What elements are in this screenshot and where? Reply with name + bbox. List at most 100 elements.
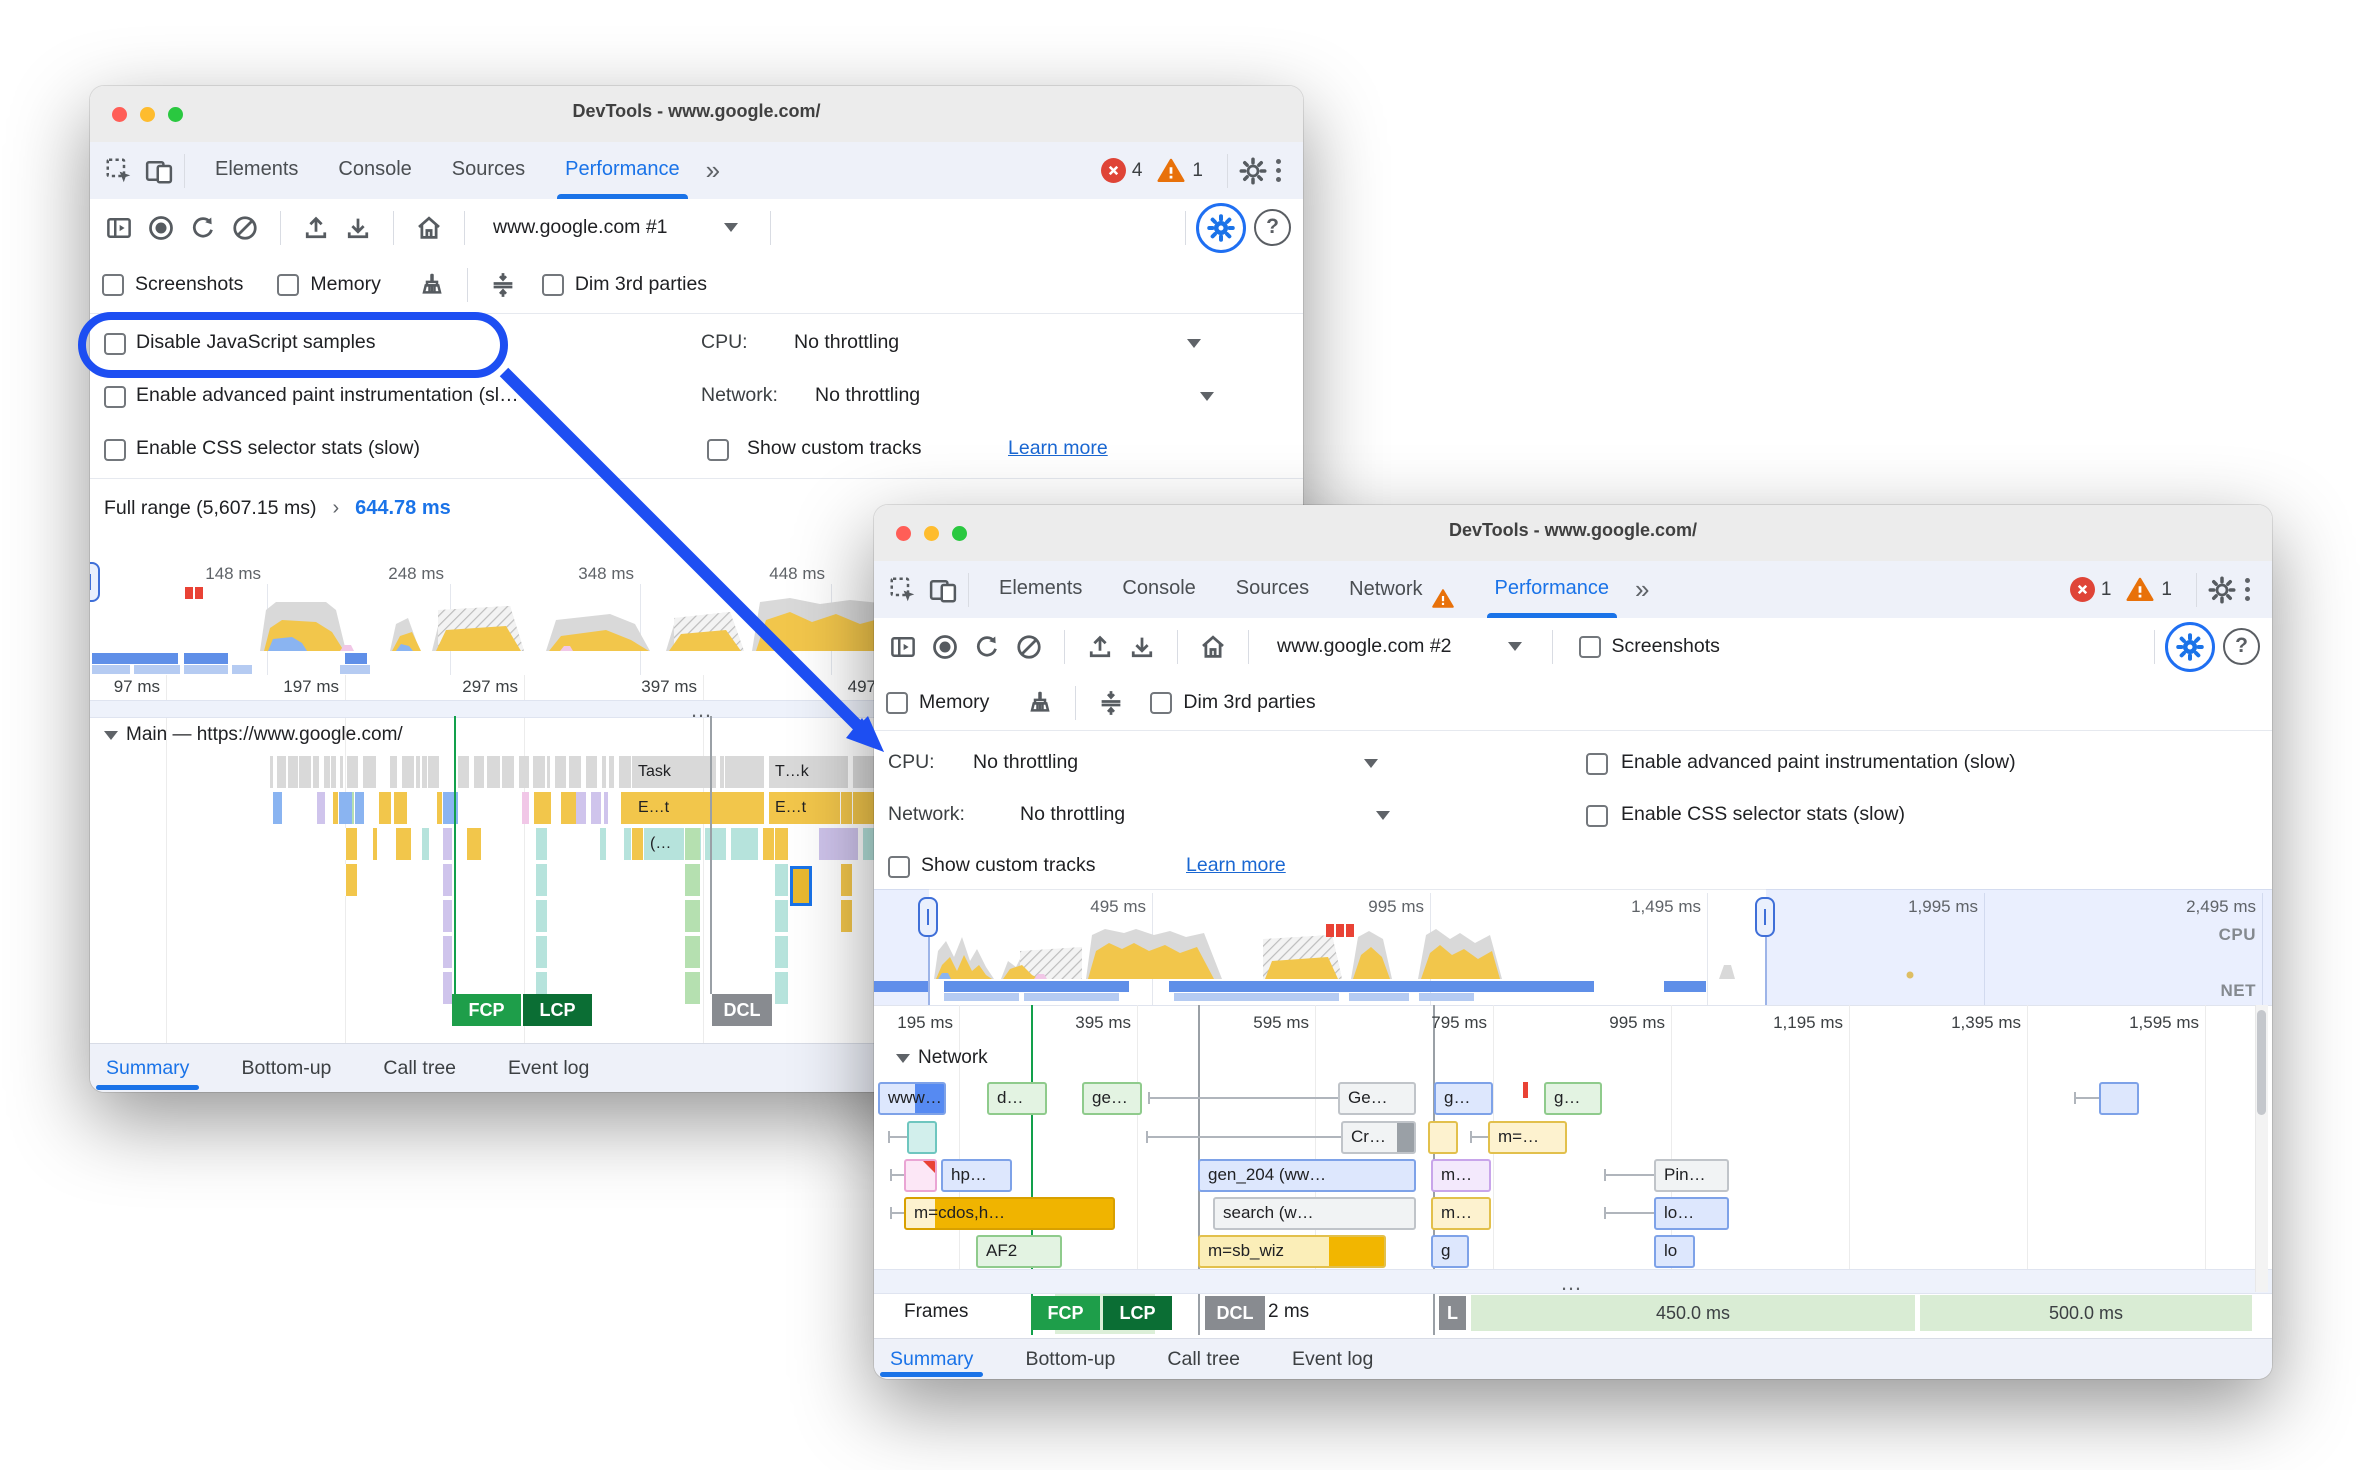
network-select-arrow-icon[interactable]: [1376, 811, 1390, 820]
network-throttle-select[interactable]: No throttling: [1020, 803, 1125, 826]
advanced-paint-checkbox[interactable]: [104, 386, 126, 408]
collapse-icon[interactable]: [486, 268, 520, 302]
flame-event[interactable]: [535, 864, 547, 896]
frame-bar[interactable]: 450.0 ms: [1469, 1295, 1917, 1331]
device-toolbar-icon[interactable]: [144, 156, 174, 186]
flame-event[interactable]: [704, 828, 726, 860]
error-badge-icon[interactable]: [2070, 577, 2095, 602]
disable-js-samples-checkbox[interactable]: [104, 333, 126, 355]
selection-handle-right[interactable]: [1755, 897, 1775, 937]
flame-event[interactable]: [345, 828, 357, 860]
gc-brush-icon[interactable]: [1023, 686, 1057, 720]
network-request[interactable]: m…: [1431, 1197, 1491, 1230]
css-selector-stats-checkbox[interactable]: [104, 439, 126, 461]
network-request[interactable]: Ge…: [1338, 1082, 1416, 1115]
home-icon[interactable]: [1196, 630, 1230, 664]
flame-event[interactable]: [345, 864, 357, 896]
network-request[interactable]: lo…: [1654, 1197, 1729, 1230]
tab-network[interactable]: Network: [1349, 561, 1454, 618]
main-track-header[interactable]: Main — https://www.google.com/: [104, 724, 403, 746]
flame-event[interactable]: [774, 900, 788, 932]
flame-event[interactable]: [620, 792, 632, 824]
flame-event[interactable]: [442, 972, 452, 1004]
home-icon[interactable]: [412, 211, 446, 245]
flame-event[interactable]: [730, 828, 758, 860]
flame-event[interactable]: [724, 756, 764, 788]
network-track-header[interactable]: Network: [896, 1047, 988, 1069]
breadcrumb-full-range[interactable]: Full range (5,607.15 ms): [104, 497, 316, 520]
learn-more-link[interactable]: Learn more: [1186, 854, 1286, 877]
network-request[interactable]: lo: [1654, 1235, 1695, 1268]
flame-event[interactable]: [684, 972, 700, 1004]
reload-record-button[interactable]: [186, 211, 220, 245]
flame-event[interactable]: [442, 936, 452, 968]
dim-3rd-parties-checkbox[interactable]: Dim 3rd parties: [1150, 691, 1315, 714]
flame-event[interactable]: [442, 864, 452, 896]
help-icon[interactable]: ?: [2223, 628, 2260, 665]
track-overflow-strip[interactable]: …: [874, 1269, 2272, 1294]
collapse-track-icon[interactable]: [104, 731, 118, 740]
dim-3rd-parties-checkbox[interactable]: Dim 3rd parties: [542, 273, 707, 296]
network-request[interactable]: [1428, 1121, 1458, 1154]
network-request[interactable]: d…: [987, 1082, 1047, 1115]
network-request[interactable]: gen_204 (ww…: [1198, 1159, 1416, 1192]
upload-profile-icon[interactable]: [299, 211, 333, 245]
titlebar[interactable]: DevTools - www.google.com/: [90, 86, 1303, 143]
toggle-sidebar-icon[interactable]: [102, 211, 136, 245]
capture-settings-button-active[interactable]: [1196, 203, 1246, 253]
cpu-throttle-select[interactable]: No throttling: [794, 331, 899, 354]
menu-kebab-icon[interactable]: [1276, 159, 1281, 182]
network-request[interactable]: g…: [1434, 1082, 1493, 1115]
record-button[interactable]: [928, 630, 962, 664]
inspect-icon[interactable]: [104, 156, 134, 186]
network-request[interactable]: [907, 1121, 937, 1154]
clear-button[interactable]: [228, 211, 262, 245]
tab-console[interactable]: Console: [1122, 561, 1195, 618]
bottom-tab-bottom-up[interactable]: Bottom-up: [1025, 1339, 1115, 1379]
fcp-badge[interactable]: FCP: [1031, 1296, 1100, 1330]
network-request[interactable]: m=sb_wiz: [1198, 1235, 1386, 1268]
bottom-tab-call-tree[interactable]: Call tree: [1167, 1339, 1240, 1379]
tab-elements[interactable]: Elements: [215, 142, 298, 199]
flame-event[interactable]: [631, 828, 643, 860]
gc-brush-icon[interactable]: [415, 268, 449, 302]
flame-event[interactable]: Task: [631, 756, 716, 788]
flame-event[interactable]: [684, 900, 700, 932]
network-request[interactable]: search (w…: [1213, 1197, 1416, 1230]
network-request[interactable]: Pin…: [1654, 1159, 1729, 1192]
breadcrumb-selection[interactable]: 644.78 ms: [355, 497, 451, 520]
tab-performance[interactable]: Performance: [565, 142, 680, 199]
flame-event[interactable]: [840, 864, 852, 896]
chevron-down-icon[interactable]: [1508, 642, 1522, 651]
bottom-tab-call-tree[interactable]: Call tree: [383, 1044, 456, 1092]
frame-bar[interactable]: 500.0 ms: [1918, 1295, 2254, 1331]
flame-event[interactable]: [818, 828, 858, 860]
cpu-select-arrow-icon[interactable]: [1187, 339, 1201, 348]
learn-more-link[interactable]: Learn more: [1008, 437, 1108, 460]
flame-event[interactable]: [774, 936, 788, 968]
download-profile-icon[interactable]: [1125, 630, 1159, 664]
flame-event[interactable]: [774, 828, 788, 860]
network-request[interactable]: g: [1431, 1235, 1469, 1268]
selection-handle-left[interactable]: [918, 897, 938, 937]
scrollbar-thumb[interactable]: [2257, 1010, 2266, 1115]
more-tabs-icon[interactable]: »: [706, 155, 720, 186]
flame-event[interactable]: [338, 792, 352, 824]
titlebar[interactable]: DevTools - www.google.com/: [874, 505, 2272, 562]
custom-tracks-checkbox[interactable]: [888, 856, 910, 878]
bottom-tab-summary[interactable]: Summary: [106, 1044, 189, 1092]
toggle-sidebar-icon[interactable]: [886, 630, 920, 664]
chevron-down-icon[interactable]: [724, 223, 738, 232]
tab-performance[interactable]: Performance: [1495, 561, 1610, 618]
memory-checkbox[interactable]: Memory: [886, 691, 989, 714]
network-request[interactable]: [2099, 1082, 2139, 1115]
target-select[interactable]: www.google.com #1: [493, 216, 668, 239]
network-request[interactable]: [904, 1159, 937, 1192]
screenshots-checkbox[interactable]: Screenshots: [102, 273, 243, 296]
flame-event[interactable]: [533, 792, 551, 824]
network-request[interactable]: g…: [1544, 1082, 1602, 1115]
dcl-badge[interactable]: DCL: [1205, 1296, 1265, 1330]
memory-checkbox[interactable]: Memory: [277, 273, 380, 296]
flame-event[interactable]: [442, 900, 452, 932]
capture-settings-button-active[interactable]: [2165, 622, 2215, 672]
